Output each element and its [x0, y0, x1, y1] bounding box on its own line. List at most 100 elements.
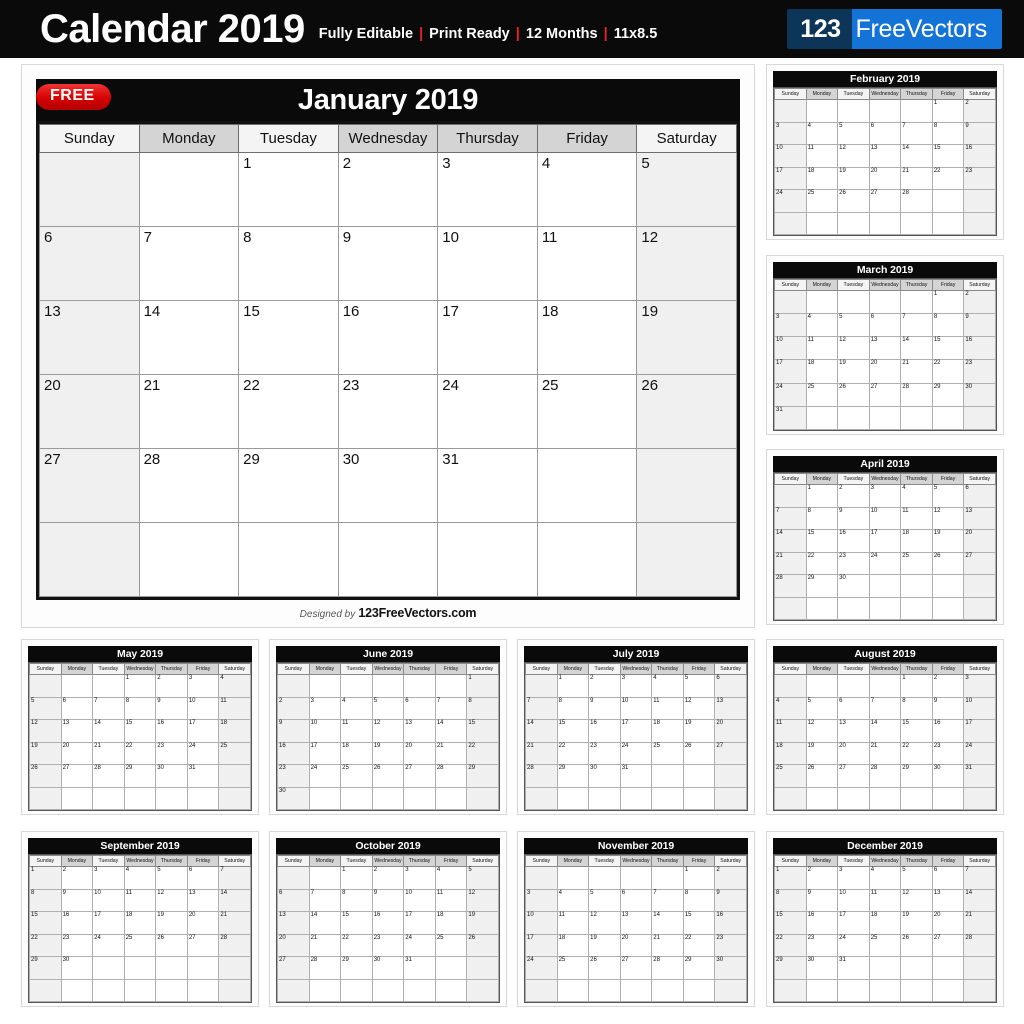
- calendar-empty-cell[interactable]: [931, 956, 965, 980]
- calendar-day-cell[interactable]: 8: [682, 888, 716, 912]
- calendar-day-cell[interactable]: 10: [774, 144, 807, 168]
- calendar-empty-cell[interactable]: [963, 189, 996, 213]
- mini-month-panel[interactable]: September 2019 Sunday Monday Tuesday Wednesd…: [21, 831, 259, 1007]
- calendar-empty-cell[interactable]: [337, 522, 439, 597]
- calendar-day-cell[interactable]: 9: [277, 719, 310, 743]
- calendar-day-cell[interactable]: 22: [931, 359, 965, 384]
- calendar-empty-cell[interactable]: [868, 596, 902, 620]
- calendar-day-cell[interactable]: 28: [963, 933, 996, 957]
- calendar-day-cell[interactable]: 16: [931, 719, 965, 743]
- calendar-day-cell[interactable]: 17: [308, 741, 342, 765]
- calendar-day-cell[interactable]: 3: [308, 696, 342, 720]
- calendar-empty-cell[interactable]: [868, 674, 902, 698]
- calendar-day-cell[interactable]: 17: [774, 166, 807, 190]
- calendar-empty-cell[interactable]: [868, 99, 902, 123]
- calendar-empty-cell[interactable]: [714, 786, 747, 810]
- calendar-empty-cell[interactable]: [931, 189, 965, 213]
- calendar-empty-cell[interactable]: [403, 978, 436, 1002]
- calendar-day-cell[interactable]: 17: [437, 300, 538, 375]
- calendar-day-cell[interactable]: 3: [837, 866, 870, 890]
- calendar-empty-cell[interactable]: [123, 786, 157, 810]
- calendar-day-cell[interactable]: 30: [931, 764, 965, 788]
- calendar-day-cell[interactable]: 6: [837, 696, 870, 720]
- calendar-day-cell[interactable]: 30: [805, 956, 839, 980]
- calendar-day-cell[interactable]: 12: [371, 719, 405, 743]
- calendar-empty-cell[interactable]: [868, 978, 902, 1002]
- calendar-empty-cell[interactable]: [186, 786, 220, 810]
- calendar-day-cell[interactable]: 18: [340, 741, 373, 765]
- calendar-day-cell[interactable]: 26: [900, 933, 933, 957]
- calendar-day-cell[interactable]: 27: [837, 764, 870, 788]
- calendar-day-cell[interactable]: 18: [774, 741, 807, 765]
- calendar-day-cell[interactable]: 30: [588, 764, 621, 788]
- mini-month-panel[interactable]: March 2019 Sunday Monday Tuesday Wednesday Th…: [766, 255, 1004, 435]
- calendar-day-cell[interactable]: 16: [714, 911, 747, 935]
- calendar-day-cell[interactable]: 28: [525, 764, 558, 788]
- calendar-day-cell[interactable]: 21: [92, 741, 125, 765]
- calendar-day-cell[interactable]: 15: [556, 719, 590, 743]
- calendar-day-cell[interactable]: 5: [682, 674, 716, 698]
- calendar-day-cell[interactable]: 30: [371, 956, 405, 980]
- calendar-day-cell[interactable]: 25: [900, 551, 933, 575]
- calendar-day-cell[interactable]: 2: [963, 99, 996, 123]
- calendar-day-cell[interactable]: 22: [238, 374, 339, 449]
- calendar-day-cell[interactable]: 26: [837, 189, 870, 213]
- calendar-empty-cell[interactable]: [525, 786, 558, 810]
- calendar-day-cell[interactable]: 24: [868, 551, 902, 575]
- calendar-day-cell[interactable]: 7: [308, 888, 342, 912]
- calendar-day-cell[interactable]: 24: [774, 189, 807, 213]
- calendar-day-cell[interactable]: 2: [60, 866, 94, 890]
- calendar-day-cell[interactable]: 6: [619, 888, 653, 912]
- calendar-day-cell[interactable]: 20: [868, 359, 902, 384]
- calendar-day-cell[interactable]: 7: [900, 313, 933, 338]
- calendar-day-cell[interactable]: 3: [963, 674, 996, 698]
- calendar-day-cell[interactable]: 13: [186, 888, 220, 912]
- calendar-day-cell[interactable]: 2: [277, 696, 310, 720]
- calendar-day-cell[interactable]: 12: [837, 336, 870, 361]
- calendar-day-cell[interactable]: 10: [963, 696, 996, 720]
- calendar-day-cell[interactable]: 23: [963, 166, 996, 190]
- calendar-day-cell[interactable]: 25: [805, 189, 839, 213]
- calendar-day-cell[interactable]: 1: [340, 866, 373, 890]
- calendar-day-cell[interactable]: 17: [403, 911, 436, 935]
- calendar-day-cell[interactable]: 3: [186, 674, 220, 698]
- calendar-day-cell[interactable]: 7: [868, 696, 902, 720]
- calendar-day-cell[interactable]: 26: [29, 764, 62, 788]
- calendar-empty-cell[interactable]: [619, 978, 653, 1002]
- calendar-empty-cell[interactable]: [900, 211, 933, 235]
- calendar-day-cell[interactable]: 9: [60, 888, 94, 912]
- mini-month-panel[interactable]: February 2019 Sunday Monday Tuesday Wednesda…: [766, 64, 1004, 240]
- calendar-empty-cell[interactable]: [371, 674, 405, 698]
- calendar-empty-cell[interactable]: [837, 211, 870, 235]
- calendar-day-cell[interactable]: 14: [774, 529, 807, 553]
- calendar-day-cell[interactable]: 22: [123, 741, 157, 765]
- calendar-day-cell[interactable]: 12: [636, 226, 737, 301]
- calendar-day-cell[interactable]: 15: [805, 529, 839, 553]
- calendar-empty-cell[interactable]: [714, 764, 747, 788]
- calendar-day-cell[interactable]: 28: [434, 764, 468, 788]
- calendar-day-cell[interactable]: 24: [186, 741, 220, 765]
- calendar-day-cell[interactable]: 4: [868, 866, 902, 890]
- calendar-day-cell[interactable]: 1: [900, 674, 933, 698]
- calendar-day-cell[interactable]: 13: [39, 300, 140, 375]
- calendar-day-cell[interactable]: 26: [805, 764, 839, 788]
- calendar-day-cell[interactable]: 17: [92, 911, 125, 935]
- calendar-empty-cell[interactable]: [29, 674, 62, 698]
- calendar-day-cell[interactable]: 20: [714, 719, 747, 743]
- calendar-day-cell[interactable]: 8: [340, 888, 373, 912]
- calendar-day-cell[interactable]: 29: [774, 956, 807, 980]
- calendar-empty-cell[interactable]: [651, 978, 684, 1002]
- calendar-empty-cell[interactable]: [138, 152, 240, 227]
- mini-month-panel[interactable]: August 2019 Sunday Monday Tuesday Wednesday T…: [766, 639, 1004, 815]
- calendar-day-cell[interactable]: 22: [805, 551, 839, 575]
- calendar-empty-cell[interactable]: [837, 596, 870, 620]
- calendar-day-cell[interactable]: 1: [805, 484, 839, 508]
- calendar-day-cell[interactable]: 18: [805, 359, 839, 384]
- calendar-day-cell[interactable]: 28: [138, 448, 240, 523]
- mini-month-panel[interactable]: June 2019 Sunday Monday Tuesday Wednesday Thu…: [269, 639, 507, 815]
- calendar-empty-cell[interactable]: [774, 978, 807, 1002]
- calendar-empty-cell[interactable]: [92, 786, 125, 810]
- calendar-day-cell[interactable]: 19: [805, 741, 839, 765]
- calendar-day-cell[interactable]: 2: [931, 674, 965, 698]
- calendar-empty-cell[interactable]: [308, 674, 342, 698]
